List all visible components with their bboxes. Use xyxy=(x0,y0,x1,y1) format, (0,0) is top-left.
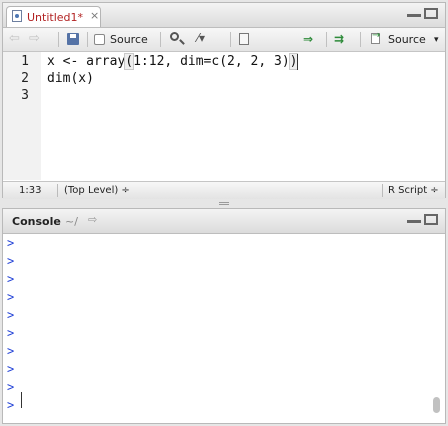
cursor-position: 1:33 xyxy=(19,185,42,196)
source-editor-pane: Untitled1* × ⇦ ⇨ Source ⁄▾ ⇒ ⇉ Source ▾ … xyxy=(2,2,446,199)
maximize-pane-icon[interactable] xyxy=(424,8,438,19)
source-file-icon xyxy=(371,30,380,44)
code-tools-wand-icon[interactable]: ⁄▾ xyxy=(197,31,205,45)
editor-tab-untitled1[interactable]: Untitled1* × xyxy=(6,6,101,27)
code-text: 1:12, dim=c(2, 2, 3) xyxy=(133,54,290,69)
editor-status-bar: 1:33 (Top Level) ÷ R Script ÷ xyxy=(3,181,445,199)
maximize-pane-icon[interactable] xyxy=(424,214,438,225)
code-text: x <- array xyxy=(47,54,126,69)
close-tab-icon[interactable]: × xyxy=(90,9,99,22)
line-number: 1 xyxy=(21,54,29,69)
back-arrow-icon[interactable]: ⇦ xyxy=(9,31,20,46)
console-input-prompt: > xyxy=(7,398,15,412)
toolbar-divider xyxy=(160,32,161,47)
code-line: dim(x) xyxy=(47,71,94,86)
console-pane: Console ~/ ⇨ > > > > > > > > > > xyxy=(2,208,446,424)
save-icon[interactable] xyxy=(67,33,79,45)
code-editor[interactable]: 1 2 3 x <- array(1:12, dim=c(2, 2, 3)) d… xyxy=(3,52,445,180)
toolbar-divider xyxy=(326,32,327,47)
console-prompt: > xyxy=(7,272,15,286)
editor-tab-bar: Untitled1* × xyxy=(3,3,445,28)
console-prompt: > xyxy=(7,362,15,376)
editor-toolbar: ⇦ ⇨ Source ⁄▾ ⇒ ⇉ Source ▾ xyxy=(3,28,445,52)
console-prompt: > xyxy=(7,380,15,394)
text-cursor xyxy=(297,54,298,70)
toolbar-divider xyxy=(87,32,88,47)
minimize-pane-icon[interactable] xyxy=(407,8,421,17)
rerun-icon[interactable]: ⇉ xyxy=(334,32,344,46)
console-scrollbar[interactable] xyxy=(433,397,440,413)
status-divider xyxy=(57,184,58,197)
console-prompt: > xyxy=(7,290,15,304)
forward-arrow-icon[interactable]: ⇨ xyxy=(29,31,40,46)
console-prompt: > xyxy=(7,326,15,340)
source-on-save-label: Source xyxy=(110,33,148,46)
code-line: x <- array(1:12, dim=c(2, 2, 3)) xyxy=(47,53,299,70)
source-button[interactable]: Source xyxy=(388,33,426,46)
editor-tab-title: Untitled1* xyxy=(27,11,84,24)
compile-report-icon[interactable] xyxy=(239,33,249,45)
console-prompt: > xyxy=(7,308,15,322)
toolbar-divider xyxy=(360,32,361,47)
line-number-gutter: 1 2 3 xyxy=(3,52,41,180)
console-text-cursor xyxy=(21,392,22,408)
console-output[interactable]: > > > > > > > > > > xyxy=(3,233,445,423)
console-header: Console ~/ ⇨ xyxy=(3,209,445,234)
file-type-selector[interactable]: R Script ÷ xyxy=(388,185,439,196)
source-on-save-checkbox[interactable] xyxy=(94,34,105,45)
line-number: 3 xyxy=(21,88,29,103)
matched-paren: ( xyxy=(124,53,135,70)
splitter-grip-icon[interactable] xyxy=(219,202,229,203)
go-to-directory-icon[interactable]: ⇨ xyxy=(88,213,97,226)
console-prompt: > xyxy=(7,236,15,250)
toolbar-divider xyxy=(58,32,59,47)
console-title: Console xyxy=(12,215,61,228)
pane-splitter[interactable] xyxy=(0,199,448,208)
search-icon[interactable] xyxy=(170,32,179,41)
source-dropdown-icon[interactable]: ▾ xyxy=(434,35,439,45)
minimize-pane-icon[interactable] xyxy=(407,214,421,223)
toolbar-divider xyxy=(230,32,231,47)
console-prompt: > xyxy=(7,344,15,358)
scope-selector[interactable]: (Top Level) ÷ xyxy=(64,185,130,196)
line-number: 2 xyxy=(21,71,29,86)
r-document-icon xyxy=(12,10,22,22)
run-icon[interactable]: ⇒ xyxy=(303,32,313,46)
status-divider xyxy=(382,184,383,197)
console-prompt: > xyxy=(7,254,15,268)
working-directory: ~/ xyxy=(65,215,78,228)
